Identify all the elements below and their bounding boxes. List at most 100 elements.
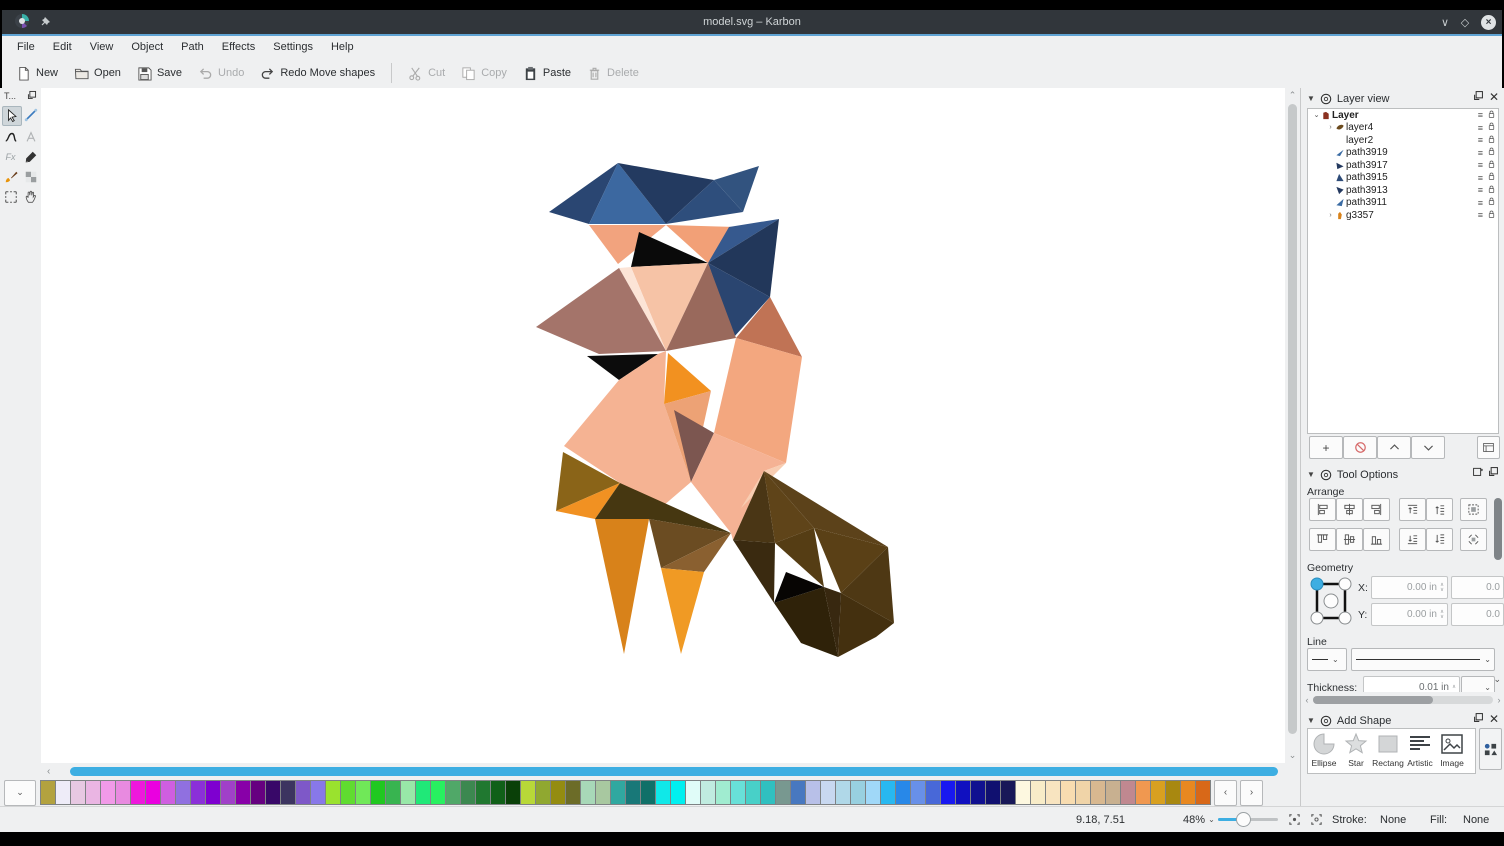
color-swatch[interactable] xyxy=(325,780,340,805)
color-swatch[interactable] xyxy=(445,780,460,805)
color-swatch[interactable] xyxy=(925,780,940,805)
layer-row-path3917[interactable]: path3917≡ xyxy=(1308,159,1498,172)
vertical-scrollbar[interactable]: ⌃ ⌄ xyxy=(1285,88,1300,763)
color-swatch[interactable] xyxy=(820,780,835,805)
menu-settings[interactable]: Settings xyxy=(264,38,322,56)
fill-value[interactable]: None xyxy=(1463,807,1489,832)
arrange-ungroup-button[interactable] xyxy=(1460,528,1487,551)
color-swatch[interactable] xyxy=(505,780,520,805)
color-swatch[interactable] xyxy=(490,780,505,805)
color-swatch[interactable] xyxy=(1060,780,1075,805)
color-swatch[interactable] xyxy=(700,780,715,805)
color-swatch[interactable] xyxy=(880,780,895,805)
arrange-raise-top-button[interactable] xyxy=(1399,498,1426,521)
color-swatch[interactable] xyxy=(685,780,700,805)
color-swatch[interactable] xyxy=(85,780,100,805)
color-swatch[interactable] xyxy=(145,780,160,805)
color-swatch[interactable] xyxy=(520,780,535,805)
lock-icon[interactable] xyxy=(1487,146,1496,159)
effects-tool[interactable]: Fx xyxy=(2,148,20,166)
color-swatch[interactable] xyxy=(790,780,805,805)
color-swatch[interactable] xyxy=(805,780,820,805)
color-swatch[interactable] xyxy=(715,780,730,805)
color-swatch[interactable] xyxy=(130,780,145,805)
float-dock-icon[interactable] xyxy=(27,90,37,102)
toolbar-redo-move-shapes-button[interactable]: Redo Move shapes xyxy=(252,62,383,85)
figure-polygon[interactable] xyxy=(733,540,775,603)
x2-input[interactable]: 0.0 xyxy=(1451,576,1504,599)
color-swatch[interactable] xyxy=(565,780,580,805)
menu-effects[interactable]: Effects xyxy=(213,38,264,56)
pattern-tool[interactable] xyxy=(22,168,40,186)
frame-tool[interactable] xyxy=(2,188,20,206)
color-swatch[interactable] xyxy=(655,780,670,805)
figure-polygon[interactable] xyxy=(661,568,704,654)
properties-icon[interactable]: ≡ xyxy=(1478,210,1483,220)
expander-icon[interactable]: › xyxy=(1326,212,1335,219)
color-swatch[interactable] xyxy=(1150,780,1165,805)
zoom-selection-icon[interactable] xyxy=(1288,807,1301,832)
lock-icon[interactable] xyxy=(1487,196,1496,209)
color-swatch[interactable] xyxy=(1000,780,1015,805)
color-swatch[interactable] xyxy=(55,780,70,805)
color-swatch[interactable] xyxy=(640,780,655,805)
arrange-align-hcenter-button[interactable] xyxy=(1336,498,1363,521)
color-swatch[interactable] xyxy=(580,780,595,805)
collapse-triangle-icon[interactable]: ▼ xyxy=(1307,94,1315,103)
shape-rectang[interactable]: Rectang xyxy=(1372,729,1404,773)
scroll-right-icon[interactable]: › xyxy=(1493,695,1504,705)
color-swatch[interactable] xyxy=(265,780,280,805)
color-swatch[interactable] xyxy=(955,780,970,805)
arrange-align-vcenter-button[interactable] xyxy=(1336,528,1363,551)
color-swatch[interactable] xyxy=(535,780,550,805)
palette-prev-button[interactable]: ‹ xyxy=(1214,780,1237,806)
properties-icon[interactable]: ≡ xyxy=(1478,173,1483,183)
color-swatch[interactable] xyxy=(730,780,745,805)
color-swatch[interactable] xyxy=(190,780,205,805)
color-swatch[interactable] xyxy=(1090,780,1105,805)
scroll-thumb[interactable] xyxy=(1313,696,1433,704)
toolbar-open-button[interactable]: Open xyxy=(66,62,129,85)
lock-icon[interactable] xyxy=(1487,121,1496,134)
add-layer-button[interactable]: + xyxy=(1309,436,1343,459)
layer-row-path3913[interactable]: path3913≡ xyxy=(1308,184,1498,197)
color-swatch[interactable] xyxy=(175,780,190,805)
color-swatch[interactable] xyxy=(940,780,955,805)
lock-icon[interactable] xyxy=(1487,184,1496,197)
color-swatch[interactable] xyxy=(1015,780,1030,805)
color-swatch[interactable] xyxy=(1075,780,1090,805)
brush-tool[interactable] xyxy=(2,168,20,186)
lock-icon[interactable] xyxy=(1487,159,1496,172)
float-panel-icon[interactable] xyxy=(1473,712,1484,726)
shape-image[interactable]: Image xyxy=(1436,729,1468,773)
color-swatch[interactable] xyxy=(475,780,490,805)
menu-edit[interactable]: Edit xyxy=(44,38,81,56)
palette-next-button[interactable]: › xyxy=(1240,780,1263,806)
properties-icon[interactable]: ≡ xyxy=(1478,135,1483,145)
color-swatch[interactable] xyxy=(370,780,385,805)
calligraphy-tool[interactable] xyxy=(22,148,40,166)
anchor-point-selector[interactable] xyxy=(1309,574,1353,628)
color-swatch[interactable] xyxy=(205,780,220,805)
layer-row-path3919[interactable]: path3919≡ xyxy=(1308,147,1498,160)
color-swatch[interactable] xyxy=(400,780,415,805)
tool-options-hscroll[interactable]: ‹ › xyxy=(1301,692,1504,708)
color-swatch[interactable] xyxy=(595,780,610,805)
scroll-up-icon[interactable]: ⌃ xyxy=(1285,90,1300,101)
color-swatch[interactable] xyxy=(415,780,430,805)
expander-icon[interactable]: › xyxy=(1326,124,1335,131)
color-swatch[interactable] xyxy=(1180,780,1195,805)
menu-object[interactable]: Object xyxy=(122,38,172,56)
zoom-slider-thumb[interactable] xyxy=(1236,812,1251,827)
color-swatch[interactable] xyxy=(220,780,235,805)
line-tool[interactable] xyxy=(22,106,40,124)
lock-icon[interactable] xyxy=(1487,134,1496,147)
vertical-scroll-thumb[interactable] xyxy=(1288,104,1297,734)
menu-file[interactable]: File xyxy=(8,38,44,56)
lower-layer-button[interactable] xyxy=(1411,436,1445,459)
scroll-left-icon[interactable]: ‹ xyxy=(47,766,50,777)
color-swatch[interactable] xyxy=(460,780,475,805)
color-swatch[interactable] xyxy=(745,780,760,805)
properties-icon[interactable]: ≡ xyxy=(1478,198,1483,208)
expander-icon[interactable]: ⌄ xyxy=(1312,111,1321,119)
